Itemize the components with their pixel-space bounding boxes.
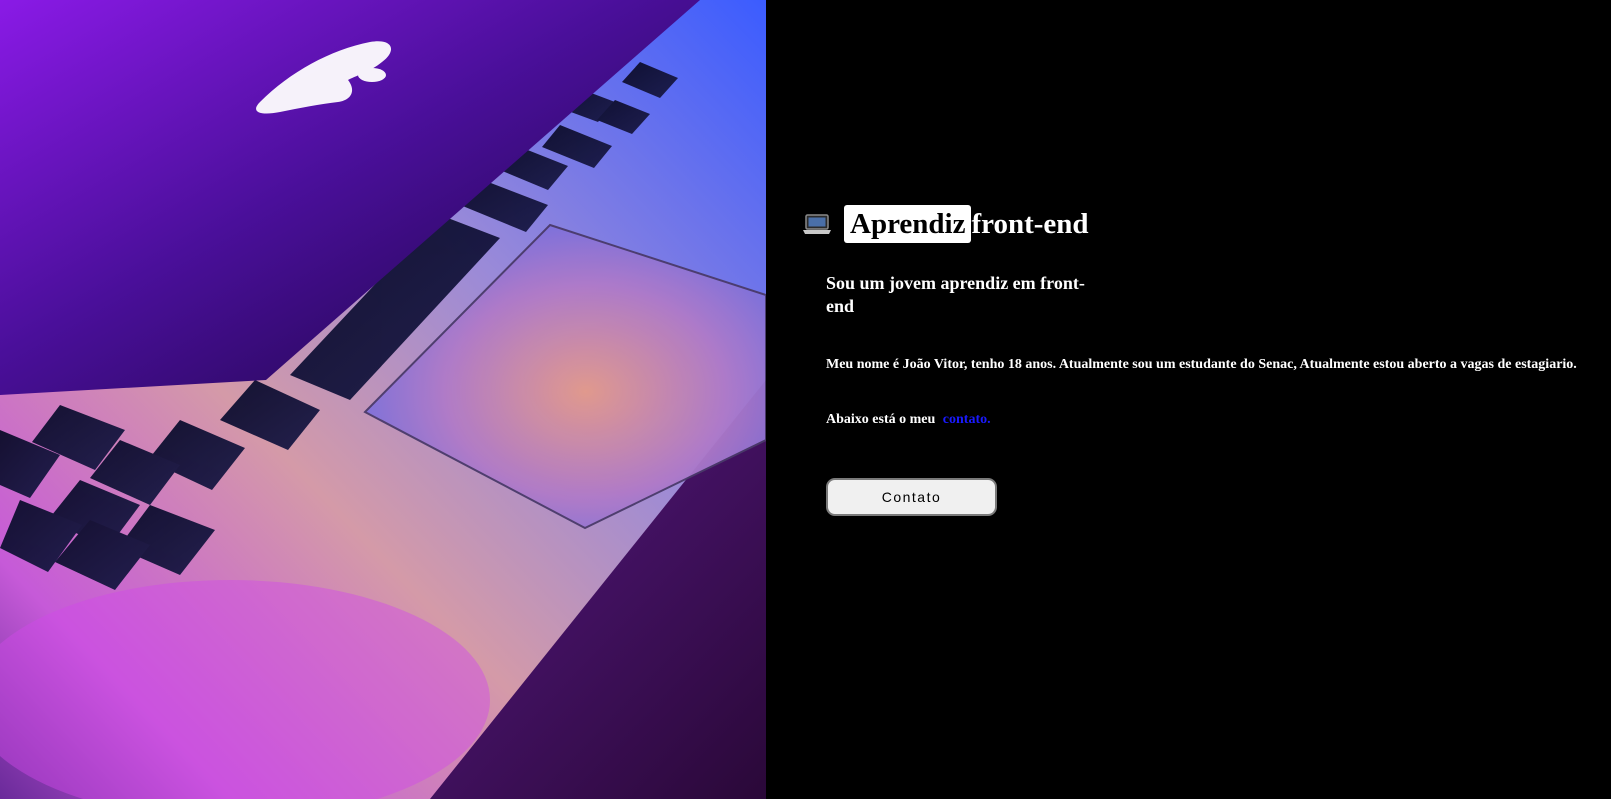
title-rest: front-end (971, 208, 1089, 240)
contact-line: Abaixo está o meu contato. (826, 411, 991, 428)
bio-text: Meu nome é João Vitor, tenho 18 anos. At… (826, 357, 1577, 372)
contact-prefix: Abaixo está o meu (826, 412, 936, 427)
subtitle: Sou um jovem aprendiz em front-end (826, 273, 1085, 316)
contact-button[interactable]: Contato (826, 478, 997, 516)
contact-link[interactable]: contato. (943, 412, 991, 427)
laptop-icon (802, 213, 832, 235)
content-panel: Aprendiz front-end Sou um jovem aprendiz… (766, 0, 1611, 799)
title-highlight: Aprendiz (844, 205, 972, 243)
hero-image (0, 0, 766, 799)
page-title: Aprendiz front-end (802, 202, 1089, 246)
